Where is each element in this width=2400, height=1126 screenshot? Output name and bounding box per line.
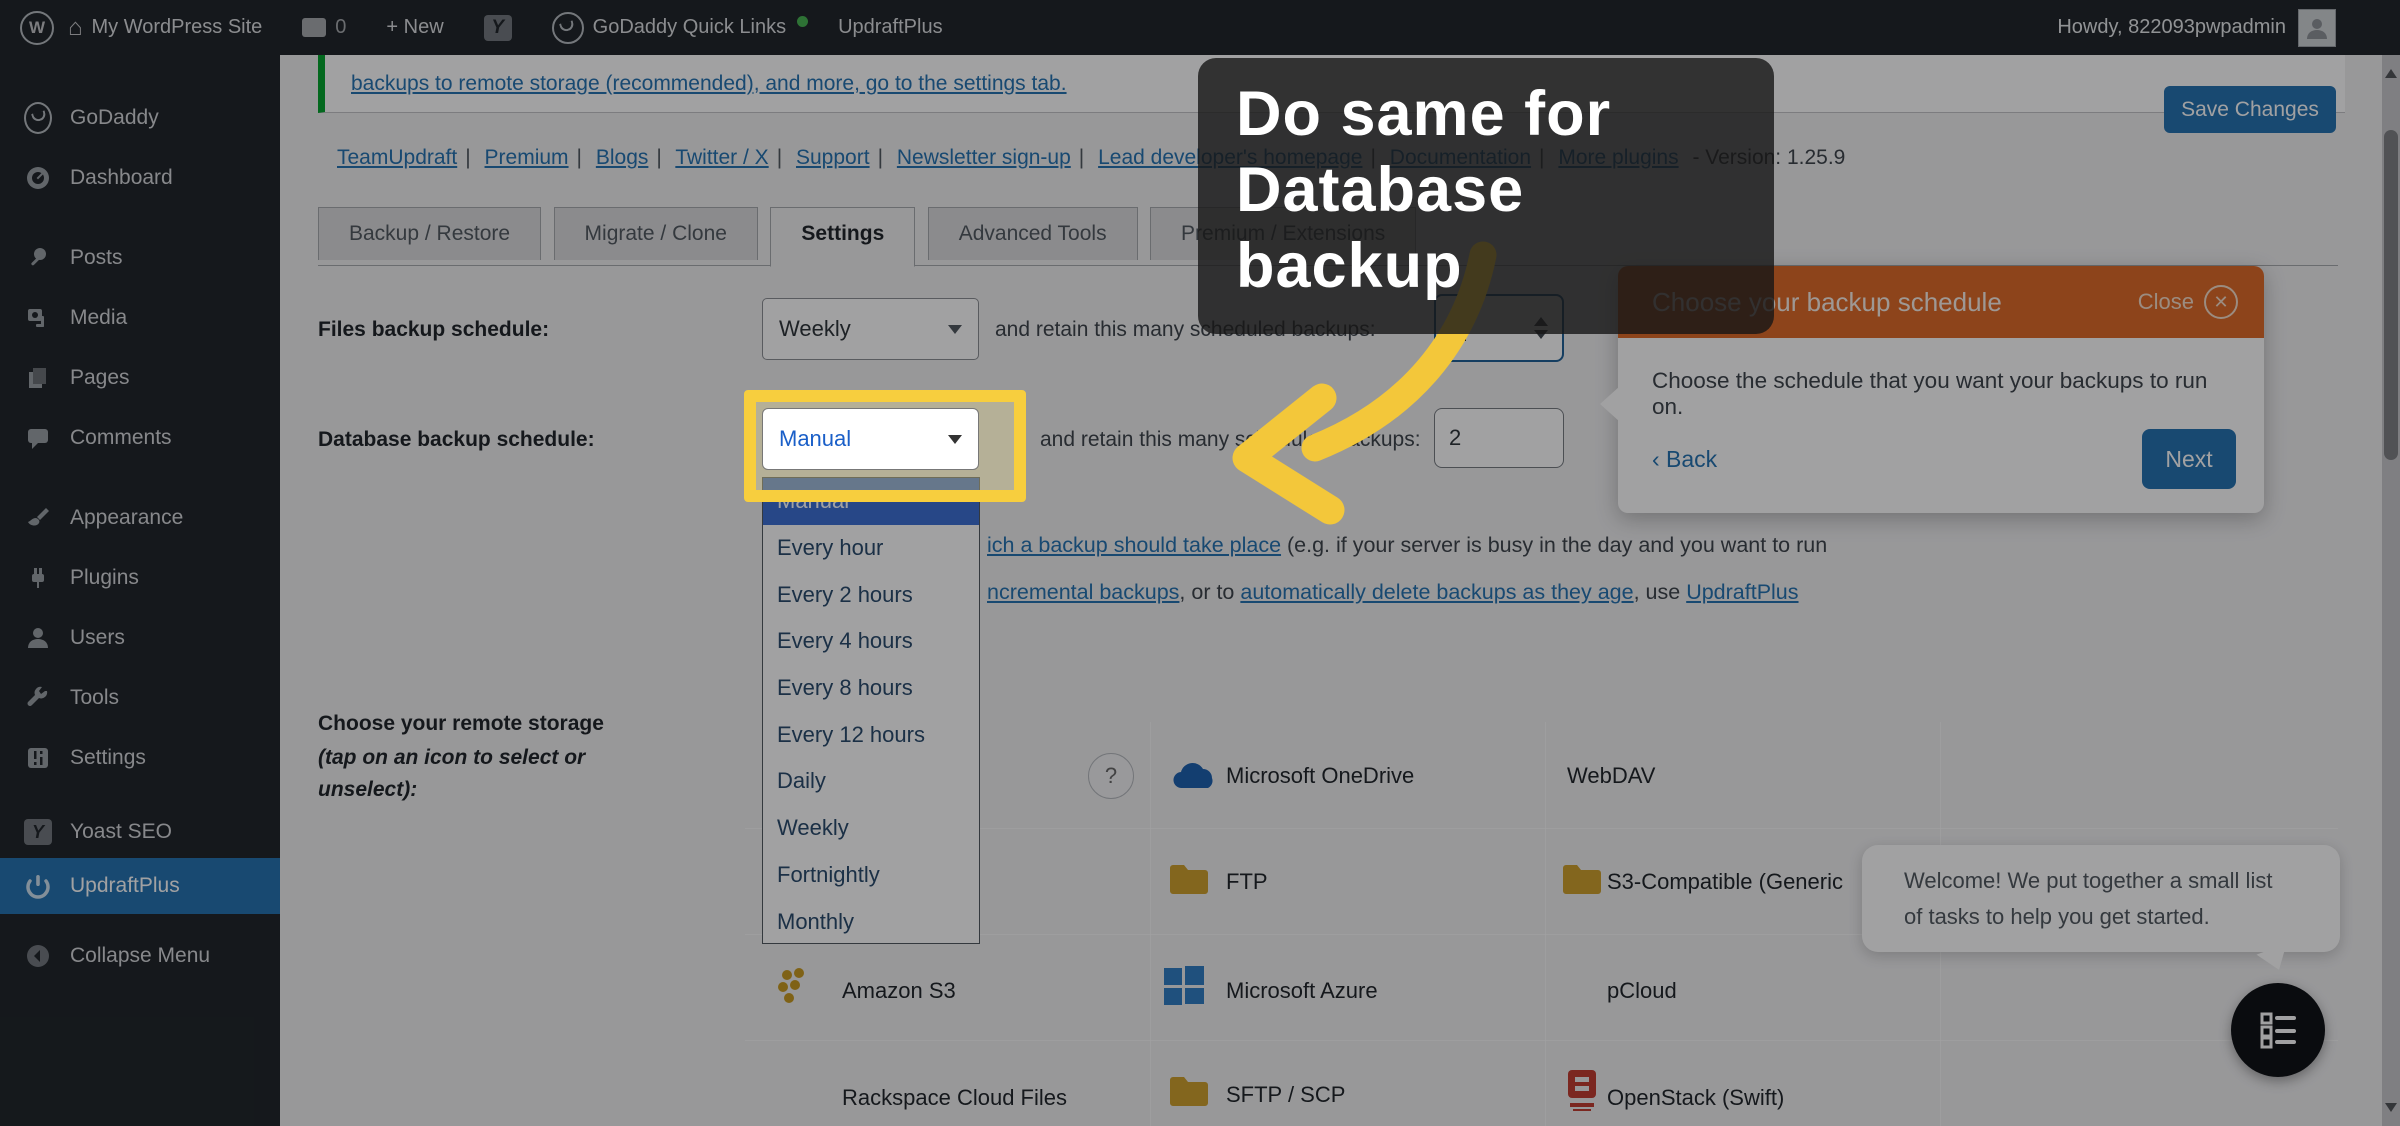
annotation-callout: Do same for Database backup: [1198, 58, 1774, 334]
db-schedule-select[interactable]: Manual: [762, 408, 979, 470]
annotation-line: backup: [1236, 228, 1774, 304]
db-schedule-value: Manual: [779, 426, 851, 452]
annotation-line: Database: [1236, 152, 1774, 228]
chevron-down-icon: [948, 435, 962, 451]
annotation-line: Do same for: [1236, 76, 1774, 152]
updraftplus-settings-page: W ⌂ My WordPress Site 0 + New Y GoDaddy …: [0, 0, 2400, 1126]
